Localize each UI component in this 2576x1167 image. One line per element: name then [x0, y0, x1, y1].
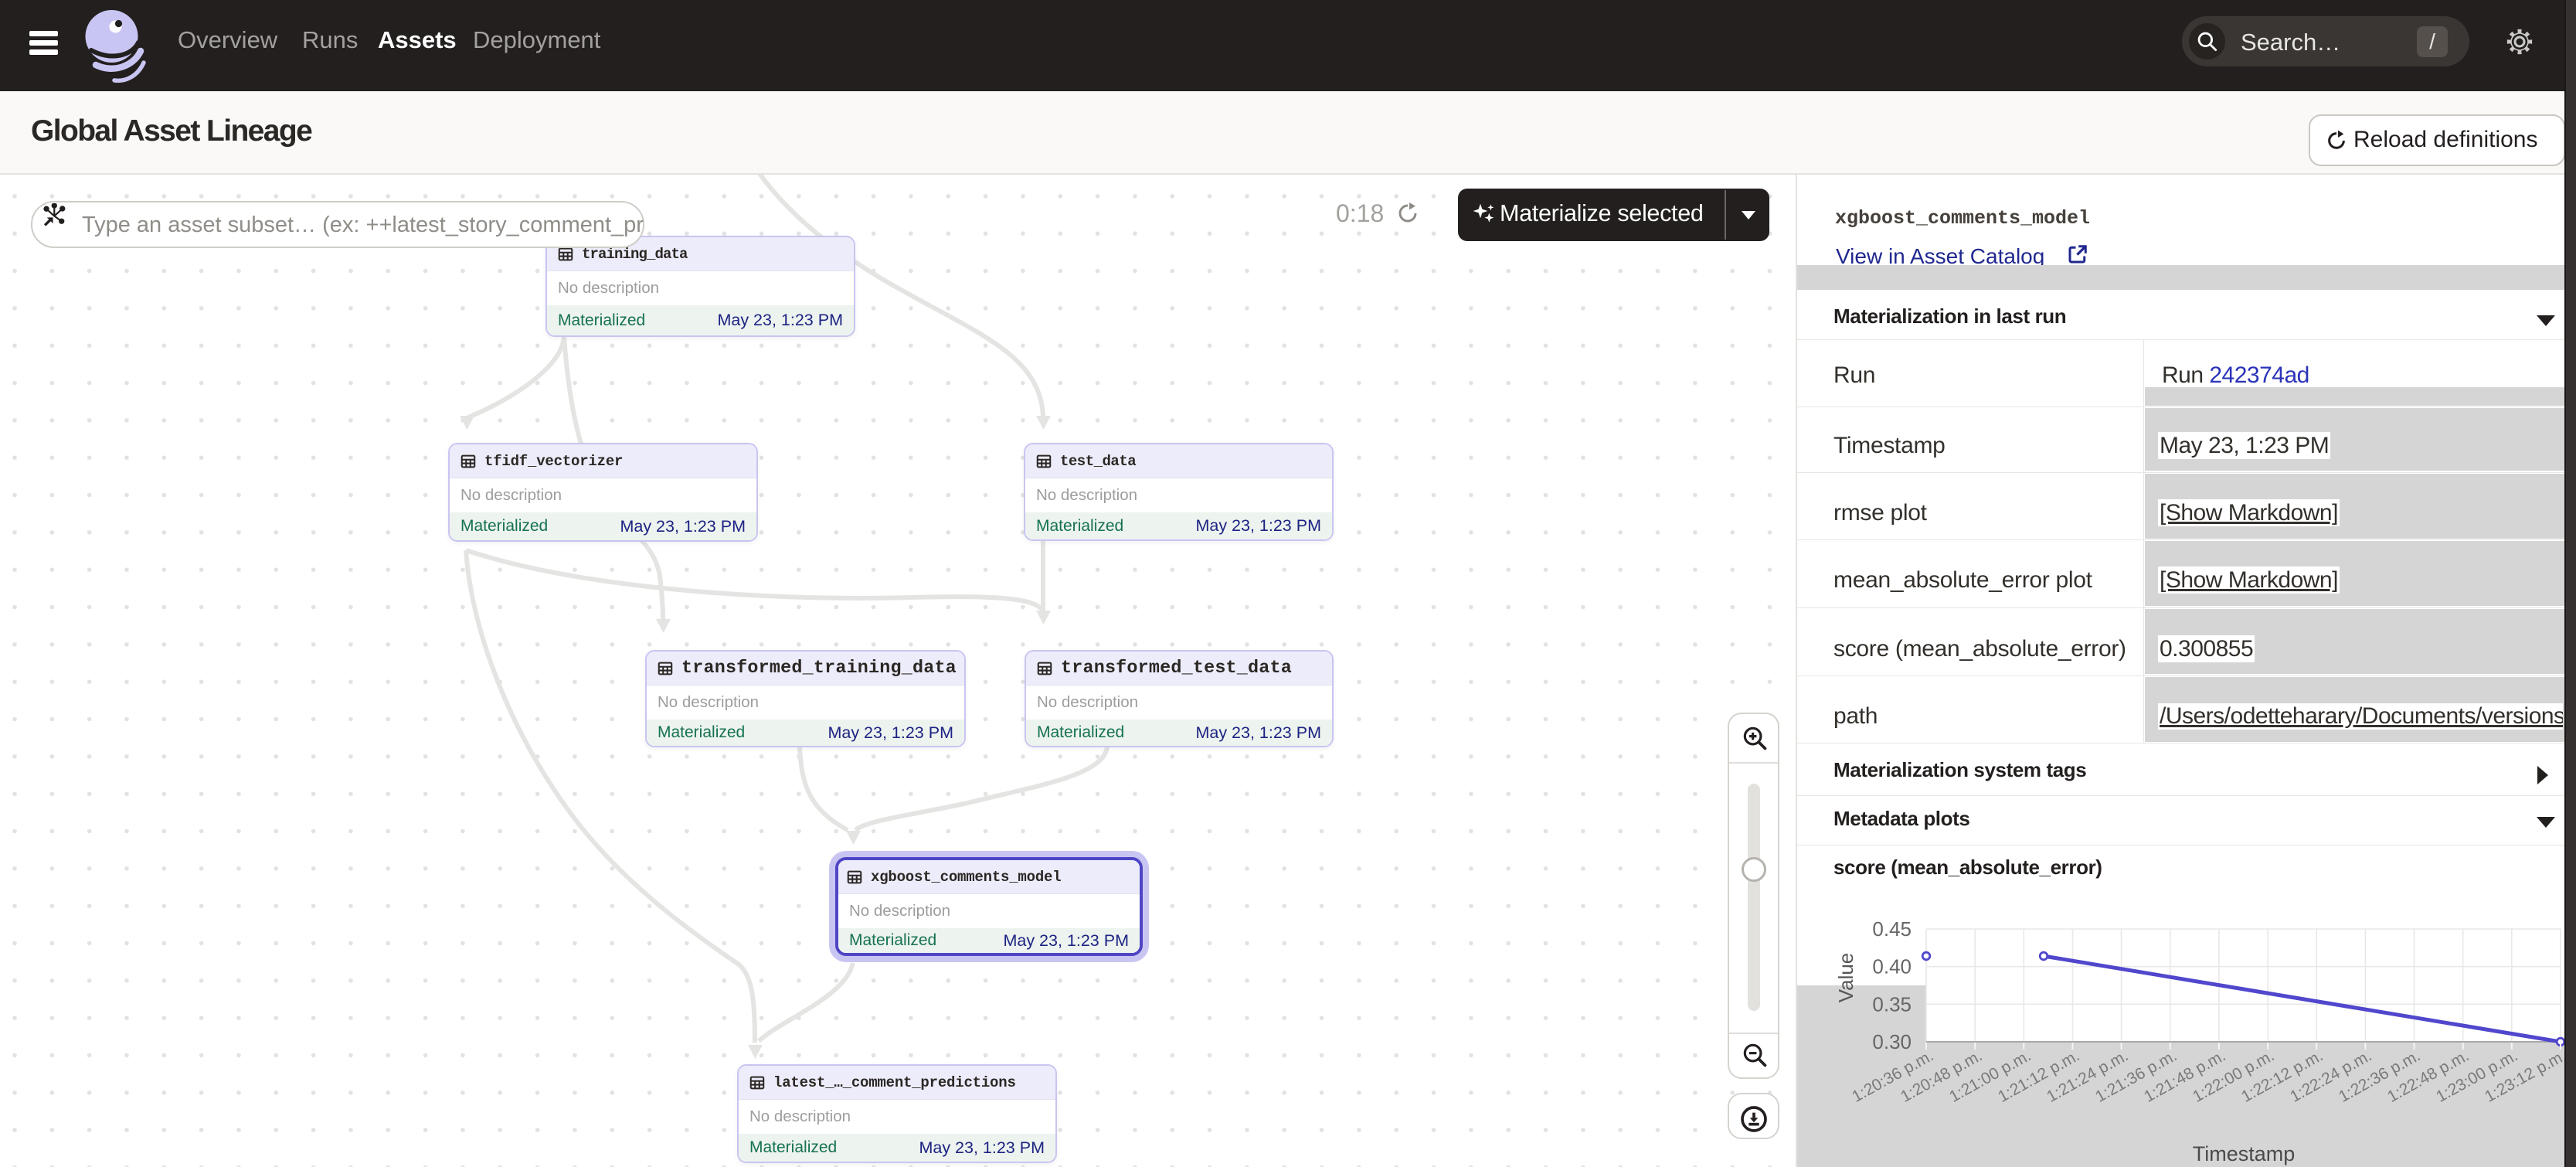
svg-text:Value: Value — [1834, 953, 1857, 1003]
svg-text:0.45: 0.45 — [1872, 917, 1912, 941]
svg-text:0.40: 0.40 — [1872, 955, 1912, 978]
svg-text:0.35: 0.35 — [1872, 992, 1912, 1016]
svg-text:0.30: 0.30 — [1872, 1030, 1912, 1053]
svg-text:Timestamp: Timestamp — [2193, 1142, 2296, 1165]
